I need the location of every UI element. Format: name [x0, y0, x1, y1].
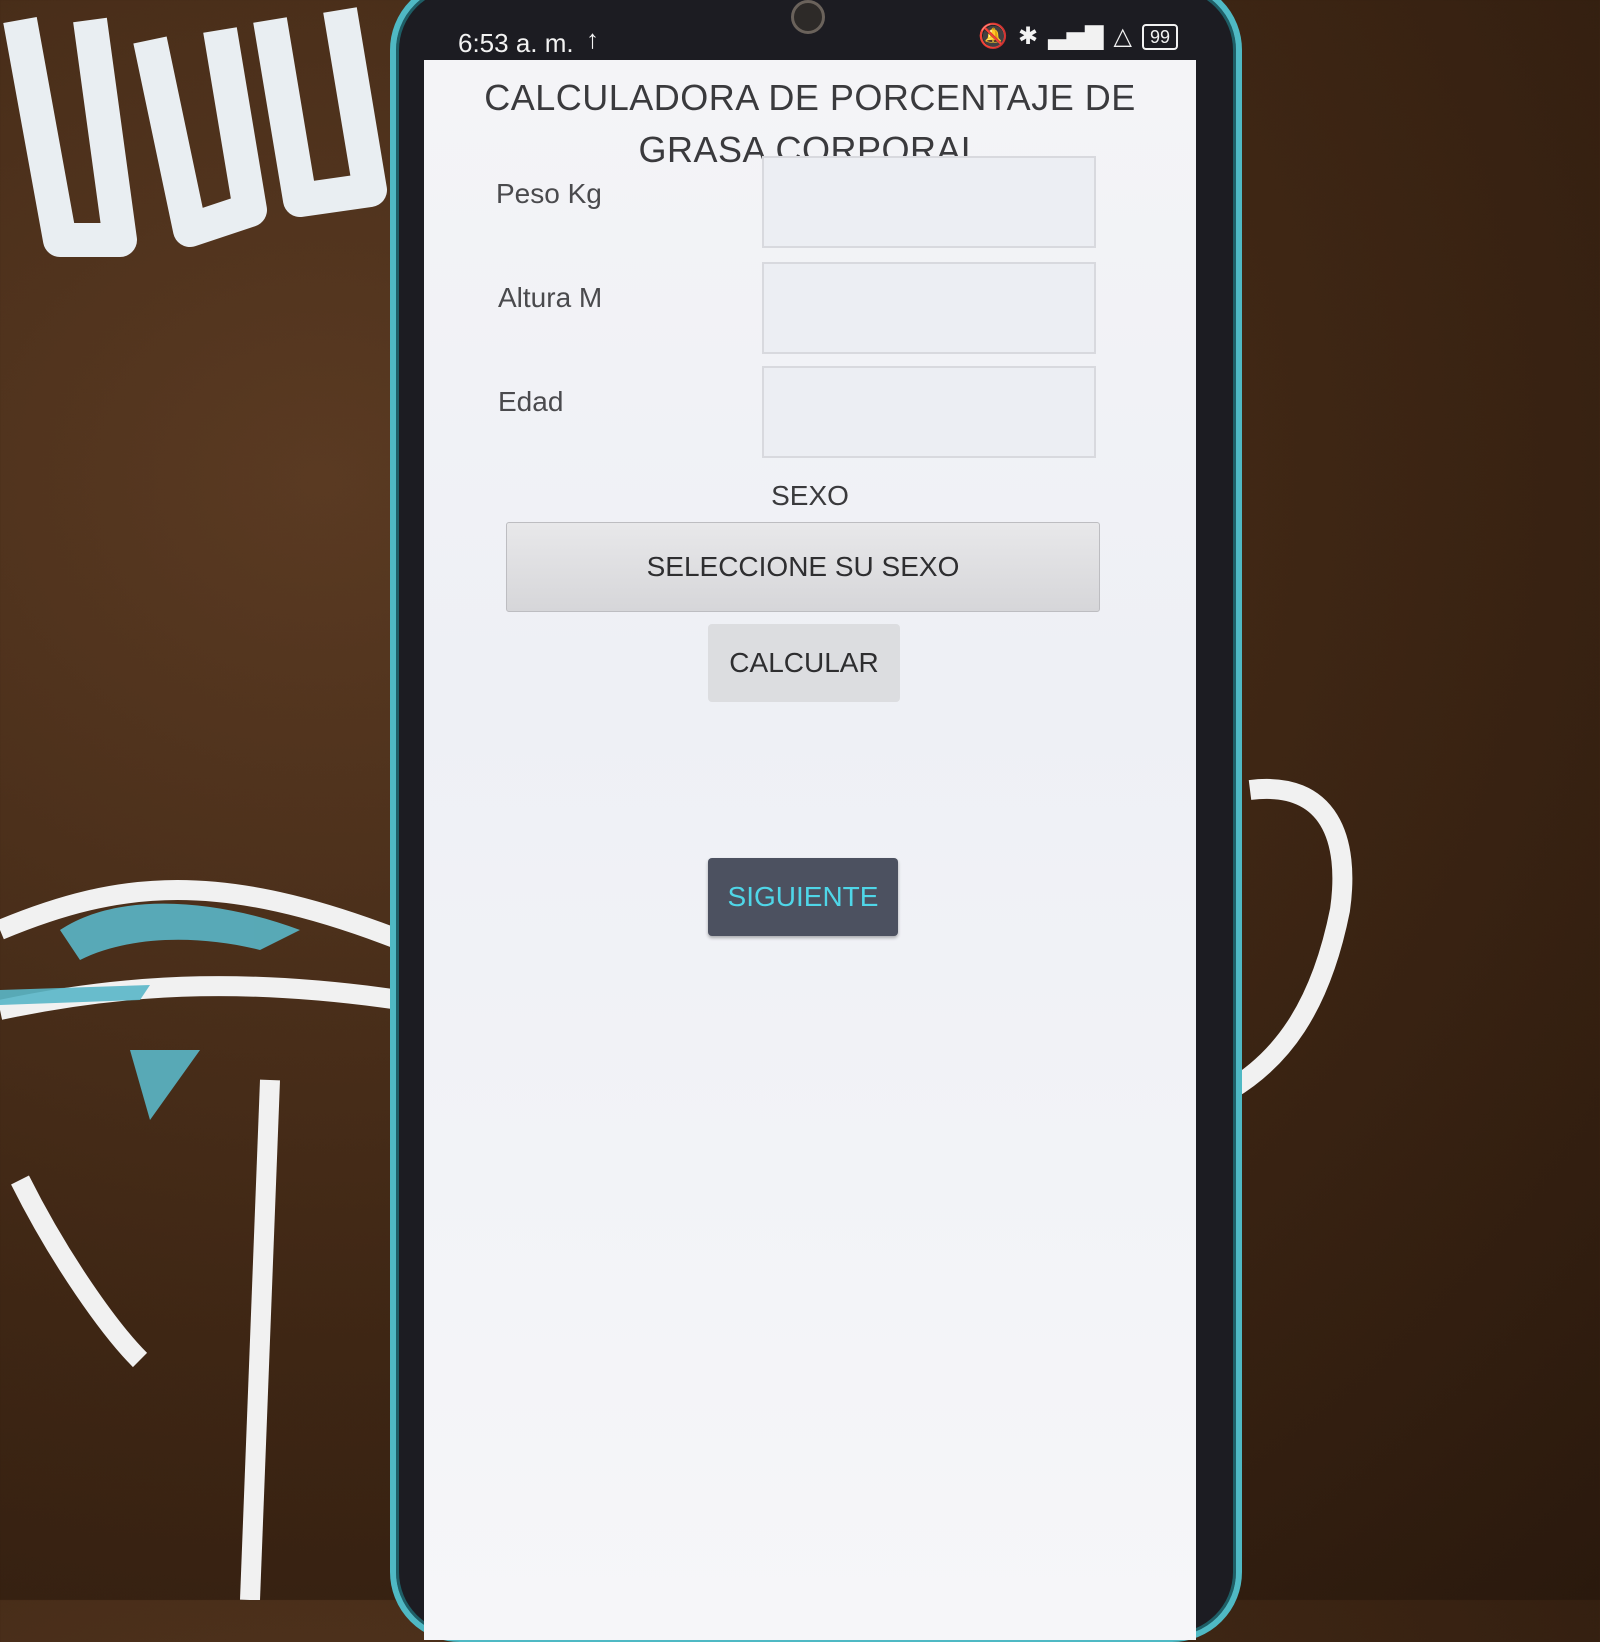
sex-select[interactable]: SELECCIONE SU SEXO [506, 522, 1100, 612]
next-button[interactable]: SIGUIENTE [708, 858, 898, 936]
upload-icon: ↑ [586, 24, 599, 54]
age-label: Edad [498, 386, 564, 417]
signal-icon: ▃▅▇ [1048, 23, 1104, 50]
weight-label: Peso Kg [496, 178, 602, 209]
calculate-button[interactable]: CALCULAR [708, 624, 900, 702]
weight-input[interactable] [762, 156, 1096, 248]
status-bar: 6:53 a. m. ↑ 🔕 ✱ ▃▅▇ △ 99 [436, 6, 1186, 62]
status-icons: 🔕 ✱ ▃▅▇ △ 99 [978, 22, 1178, 51]
phone-frame: 6:53 a. m. ↑ 🔕 ✱ ▃▅▇ △ 99 CALCULADORA DE… [390, 0, 1242, 1642]
app-screen: CALCULADORA DE PORCENTAJE DE GRASA CORPO… [424, 60, 1196, 1640]
height-input[interactable] [762, 262, 1096, 354]
height-label: Altura M [498, 282, 603, 313]
battery-icon: 99 [1141, 23, 1178, 50]
bluetooth-icon: ✱ [1018, 23, 1039, 50]
status-time: 6:53 a. m. [458, 28, 574, 58]
data-icon: △ [1113, 23, 1132, 50]
sex-label: SEXO [771, 480, 849, 511]
bell-off-icon: 🔕 [978, 23, 1009, 50]
age-input[interactable] [762, 366, 1096, 458]
